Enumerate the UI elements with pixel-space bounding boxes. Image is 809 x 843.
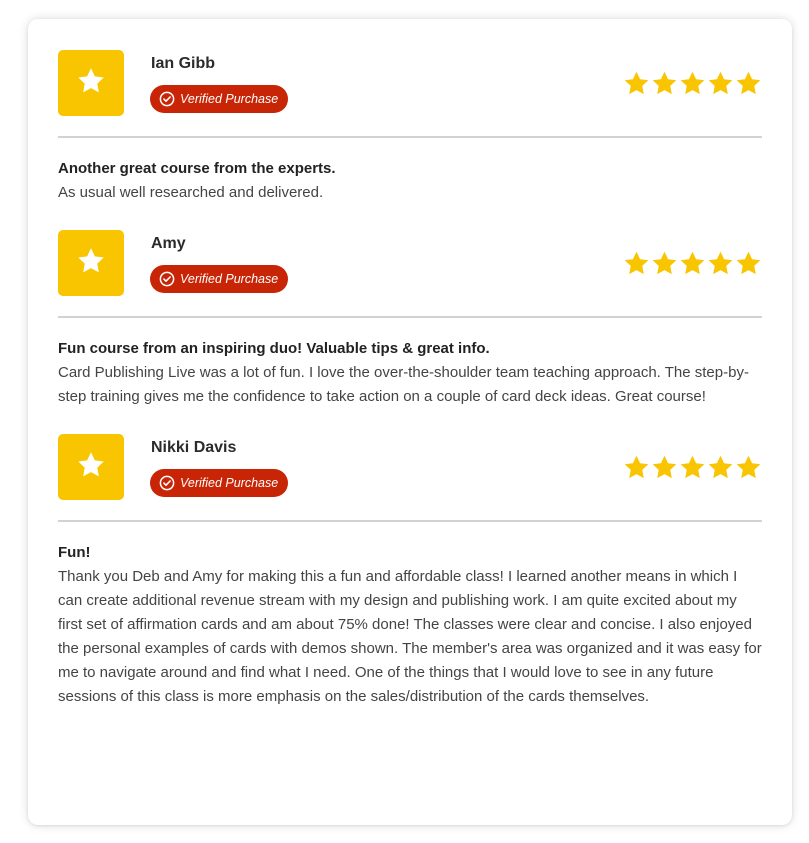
review-text: Card Publishing Live was a lot of fun. I… — [58, 364, 749, 405]
review-title: Fun! — [58, 544, 91, 561]
review-body: Another great course from the experts. A… — [58, 138, 762, 230]
review-text: Thank you Deb and Amy for making this a … — [58, 568, 762, 705]
review-header: Ian Gibb Verified Purchase — [58, 50, 762, 116]
star-icon — [623, 70, 650, 102]
check-circle-icon — [159, 91, 175, 107]
verified-badge: Verified Purchase — [150, 265, 289, 293]
review-item: Amy Verified Purchase Fun course from an… — [58, 230, 762, 434]
badge-label: Verified Purchase — [180, 272, 279, 286]
review-title: Another great course from the experts. — [58, 160, 336, 177]
star-icon — [76, 450, 106, 485]
badge-label: Verified Purchase — [180, 476, 279, 490]
review-text: As usual well researched and delivered. — [58, 184, 324, 201]
avatar — [58, 50, 124, 116]
review-body: Fun! Thank you Deb and Amy for making th… — [58, 522, 762, 734]
star-icon — [679, 250, 706, 282]
star-icon — [735, 70, 762, 102]
star-icon — [623, 250, 650, 282]
review-item: Ian Gibb Verified Purchase Another great… — [58, 50, 762, 230]
star-icon — [679, 70, 706, 102]
star-icon — [707, 70, 734, 102]
review-item: Nikki Davis Verified Purchase Fun! Thank… — [58, 434, 762, 734]
review-title: Fun course from an inspiring duo! Valuab… — [58, 340, 490, 357]
review-header: Amy Verified Purchase — [58, 230, 762, 296]
reviews-card: Ian Gibb Verified Purchase Another great… — [28, 19, 792, 825]
reviewer-name: Ian Gibb — [151, 55, 215, 72]
star-icon — [679, 454, 706, 486]
star-icon — [735, 454, 762, 486]
reviewer-name: Nikki Davis — [151, 439, 237, 456]
verified-badge: Verified Purchase — [150, 469, 289, 497]
review-body: Fun course from an inspiring duo! Valuab… — [58, 318, 762, 434]
avatar — [58, 230, 124, 296]
check-circle-icon — [159, 271, 175, 287]
avatar — [58, 434, 124, 500]
verified-badge: Verified Purchase — [150, 85, 289, 113]
check-circle-icon — [159, 475, 175, 491]
star-icon — [707, 250, 734, 282]
star-icon — [651, 250, 678, 282]
star-icon — [651, 454, 678, 486]
reviewer-name: Amy — [151, 235, 186, 252]
star-rating — [623, 250, 762, 282]
star-icon — [651, 70, 678, 102]
star-icon — [707, 454, 734, 486]
review-header: Nikki Davis Verified Purchase — [58, 434, 762, 500]
star-icon — [76, 66, 106, 101]
star-rating — [623, 70, 762, 102]
star-icon — [623, 454, 650, 486]
star-icon — [76, 246, 106, 281]
star-icon — [735, 250, 762, 282]
star-rating — [623, 454, 762, 486]
badge-label: Verified Purchase — [180, 92, 279, 106]
